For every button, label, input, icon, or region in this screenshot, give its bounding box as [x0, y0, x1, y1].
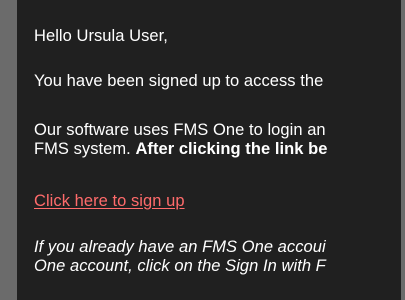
software-info-line-1: Our software uses FMS One to login an: [34, 121, 326, 139]
signup-link[interactable]: Click here to sign up: [34, 192, 185, 211]
existing-account-line-2: One account, click on the Sign In with F: [34, 257, 326, 275]
software-info-line-2: FMS system. After clicking the link be: [34, 140, 327, 159]
software-info-bold-text: After clicking the link be: [135, 140, 328, 158]
software-info-regular-text: FMS system.: [34, 140, 136, 158]
existing-account-line-1: If you already have an FMS One accoui: [34, 238, 326, 256]
email-window: Hello Ursula User, You have been signed …: [0, 0, 405, 300]
intro-text: You have been signed up to access the: [34, 72, 324, 90]
greeting-text: Hello Ursula User,: [34, 27, 168, 45]
email-body: Hello Ursula User, You have been signed …: [17, 0, 401, 300]
